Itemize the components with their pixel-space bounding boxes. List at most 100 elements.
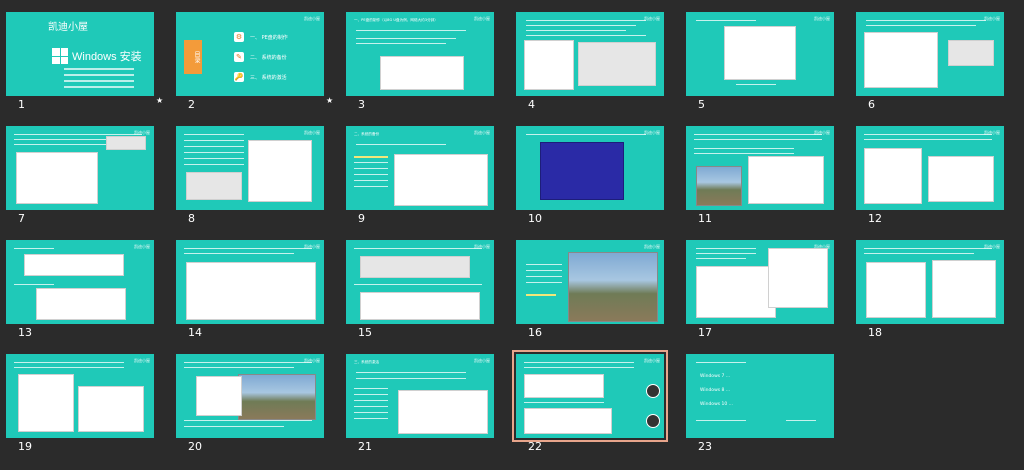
slide-thumbnail[interactable]: 凯迪小屋 20 (176, 354, 324, 462)
slide-number: 1 (18, 98, 25, 111)
text-line (524, 402, 604, 403)
text-line (864, 253, 974, 254)
slide-preview[interactable]: 凯迪小屋 (686, 240, 834, 324)
slide-preview[interactable]: 凯迪小屋 (6, 240, 154, 324)
brand-logo: 凯迪小屋 (474, 358, 490, 363)
slide-preview[interactable]: 凯迪小屋 (176, 240, 324, 324)
slide-thumbnail[interactable]: 凯迪小屋 19 (6, 354, 154, 462)
text-line (184, 164, 244, 165)
slide-thumbnail[interactable]: 凯迪小屋 7 (6, 126, 154, 234)
slide-number: 10 (528, 212, 542, 225)
screenshot-image (36, 288, 126, 320)
slide-preview[interactable]: 凯迪小屋 (856, 126, 1004, 210)
text-line (184, 140, 244, 141)
slide-thumbnail[interactable]: 凯迪小屋 11 (686, 126, 834, 234)
screenshot-image (18, 374, 74, 432)
slide-thumbnail[interactable]: 凯迪小屋 17 (686, 240, 834, 348)
text-line (184, 420, 312, 421)
slide-thumbnail[interactable]: 凯迪小屋 13 (6, 240, 154, 348)
slide-preview[interactable]: 凯迪小屋 (516, 240, 664, 324)
slide-number: 22 (528, 440, 542, 453)
slide-thumbnail[interactable]: 凯迪小屋 三、系统的激活 21 (346, 354, 494, 462)
slide-preview[interactable]: 凯迪小屋 一、PE盘的制作（以8G U盘为例，网络大约3分钟） (346, 12, 494, 96)
text-line (526, 134, 646, 135)
toc-item: 一、 PE盘的制作 (250, 35, 288, 41)
slide-preview[interactable]: 凯迪小屋 Windows 安装 (6, 12, 154, 96)
highlight-text (354, 156, 388, 158)
slide-preview[interactable]: 凯迪小屋 二、系统的备份 (346, 126, 494, 210)
slide-thumbnail[interactable]: 凯迪小屋 18 (856, 240, 1004, 348)
slide-thumbnail[interactable]: 凯迪小屋 15 (346, 240, 494, 348)
brand-logo: 凯迪小屋 (304, 244, 320, 249)
text-line (864, 248, 992, 249)
screenshot-image (768, 248, 828, 308)
slide-thumbnail[interactable]: 凯迪小屋 12 (856, 126, 1004, 234)
text-line (354, 400, 388, 401)
slide-preview[interactable]: 凯迪小屋 (516, 126, 664, 210)
slide-preview[interactable]: 凯迪小屋 (6, 126, 154, 210)
text-line (14, 134, 142, 135)
text-line (696, 253, 756, 254)
slide-preview[interactable]: 凯迪小屋 (346, 240, 494, 324)
brand-logo: 凯迪小屋 (984, 16, 1000, 21)
brand-logo: 凯迪小屋 (644, 130, 660, 135)
slide-preview[interactable]: 凯迪小屋 三、系统的激活 (346, 354, 494, 438)
text-line (14, 284, 54, 285)
screenshot-image (866, 262, 926, 318)
text-line (694, 153, 794, 154)
brand-logo: 凯迪小屋 (304, 130, 320, 135)
slide-preview[interactable]: 凯迪小屋 (686, 126, 834, 210)
screenshot-image (524, 408, 612, 434)
slide-preview[interactable]: 凯迪小屋 (516, 12, 664, 96)
slide-number: 2 (188, 98, 195, 111)
slide-preview[interactable]: 凯迪小屋 (6, 354, 154, 438)
slide-sorter-grid: 凯迪小屋 Windows 安装 1 ★ 目录 ⚙ 一、 PE盘的制作 ✎ 二、 系统的备份 🔑 三、… (0, 0, 1024, 470)
text-line (694, 148, 794, 149)
text-line (184, 146, 244, 147)
text-line (356, 378, 466, 379)
slide-preview[interactable]: 凯迪小屋 (176, 354, 324, 438)
slide-number: 16 (528, 326, 542, 339)
brand-logo: 凯迪小屋 (304, 16, 320, 21)
slide-thumbnail[interactable]: 凯迪小屋 Windows 安装 1 ★ (6, 12, 163, 120)
text-line (354, 174, 388, 175)
slide-preview[interactable]: 凯迪小屋 (856, 12, 1004, 96)
slide-preview[interactable]: Windows 7 ... Windows 8 ... Windows 10 ... (686, 354, 834, 438)
os-download-line: Windows 10 ... (700, 402, 733, 407)
slide-thumbnail[interactable]: 凯迪小屋 二、系统的备份 9 (346, 126, 494, 234)
slide-thumbnail[interactable]: 凯迪小屋 8 (176, 126, 324, 234)
slide-preview[interactable]: 凯迪小屋 (856, 240, 1004, 324)
slide-preview[interactable]: 凯迪小屋 (686, 12, 834, 96)
screenshot-image (948, 40, 994, 66)
slide-number: 6 (868, 98, 875, 111)
brand-logo: 凯迪小屋 (984, 130, 1000, 135)
slide-thumbnail[interactable]: 凯迪小屋 22 (512, 350, 668, 462)
slide-preview[interactable]: 凯迪小屋 (176, 126, 324, 210)
slide-preview[interactable]: 目录 ⚙ 一、 PE盘的制作 ✎ 二、 系统的备份 🔑 三、 系统的激活 凯迪小屋 (176, 12, 324, 96)
slide-thumbnail[interactable]: 凯迪小屋 4 (516, 12, 664, 120)
slide-thumbnail[interactable]: 凯迪小屋 10 (516, 126, 664, 234)
text-line (354, 388, 388, 389)
slide-thumbnail[interactable]: 凯迪小屋 6 (856, 12, 1004, 120)
slide-thumbnail[interactable]: 目录 ⚙ 一、 PE盘的制作 ✎ 二、 系统的备份 🔑 三、 系统的激活 凯迪小屋 2 ★ (176, 12, 333, 120)
slide-thumbnail[interactable]: 凯迪小屋 16 (516, 240, 664, 348)
slide-title: 二、系统的备份 (354, 132, 380, 136)
slide-thumbnail[interactable]: 凯迪小屋 一、PE盘的制作（以8G U盘为例，网络大约3分钟） 3 (346, 12, 494, 120)
slide-preview[interactable]: 凯迪小屋 (512, 350, 668, 442)
screenshot-image (864, 148, 922, 204)
text-line (354, 418, 388, 419)
text-line (354, 394, 388, 395)
brand-logo: 凯迪小屋 (304, 358, 320, 363)
slide-number: 13 (18, 326, 32, 339)
text-line (696, 20, 756, 21)
text-line (184, 362, 312, 363)
text-line (184, 152, 244, 153)
slide-number: 14 (188, 326, 202, 339)
os-download-line: Windows 8 ... (700, 388, 731, 393)
slide-thumbnail[interactable]: Windows 7 ... Windows 8 ... Windows 10 ...… (686, 354, 834, 462)
slide-thumbnail[interactable]: 凯迪小屋 5 (686, 12, 834, 120)
slide-thumbnail[interactable]: 凯迪小屋 14 (176, 240, 324, 348)
brand-logo: 凯迪小屋 (474, 130, 490, 135)
screenshot-image (540, 142, 624, 200)
photo-image (238, 374, 316, 420)
